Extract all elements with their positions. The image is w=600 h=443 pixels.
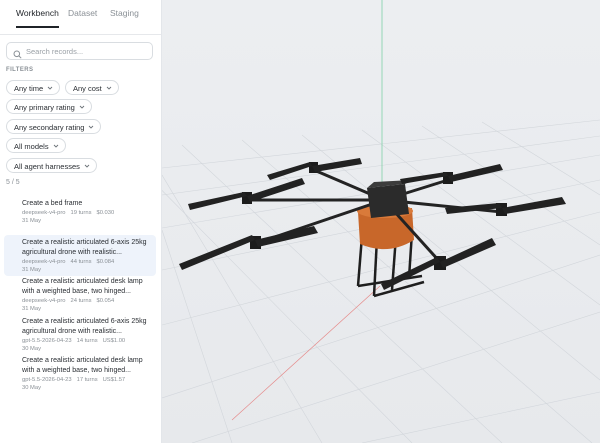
tab-bar: Workbench Dataset Staging bbox=[0, 0, 161, 35]
record-item[interactable]: Create a realistic articulated desk lamp… bbox=[4, 353, 156, 394]
record-meta: gpt-5.5-2026-04-23 14 turns US$1.00 bbox=[22, 338, 156, 344]
record-cost: $0.084 bbox=[96, 259, 115, 265]
record-title: Create a realistic articulated desk lamp… bbox=[22, 357, 143, 374]
search-placeholder: Search records... bbox=[26, 47, 84, 56]
record-count: 5 / 5 bbox=[6, 179, 20, 186]
chevron-down-icon bbox=[84, 164, 90, 168]
filter-models-label: All models bbox=[14, 142, 49, 151]
record-meta: deepseek-v4-pro 19 turns $0.030 bbox=[22, 210, 156, 216]
chevron-down-icon bbox=[53, 144, 58, 148]
record-turns: 44 turns bbox=[70, 259, 92, 265]
filter-cost[interactable]: Any cost bbox=[65, 80, 119, 95]
record-cost: US$1.00 bbox=[102, 338, 126, 344]
tab-staging[interactable]: Staging bbox=[110, 8, 139, 26]
filter-secondary-rating[interactable]: Any secondary rating bbox=[6, 119, 102, 134]
record-model: gpt-5.5-2026-04-23 bbox=[22, 377, 72, 383]
record-item[interactable]: Create a realistic articulated 6-axis 25… bbox=[4, 314, 156, 355]
record-date: 30 May bbox=[22, 346, 42, 352]
chevron-down-icon bbox=[47, 86, 53, 90]
filter-cost-label: Any cost bbox=[73, 84, 102, 93]
record-turns: 14 turns bbox=[76, 338, 98, 344]
filter-agent-harnesses-label: All agent harnesses bbox=[14, 162, 80, 171]
record-date: 31 May bbox=[22, 218, 42, 224]
tab-dataset[interactable]: Dataset bbox=[68, 8, 97, 26]
record-meta: deepseek-v4-pro 44 turns $0.084 bbox=[22, 259, 156, 265]
x-axis-line bbox=[231, 285, 381, 421]
record-model: deepseek-v4-pro bbox=[22, 210, 66, 216]
filter-secondary-rating-label: Any secondary rating bbox=[14, 123, 85, 132]
search-input[interactable]: Search records... bbox=[6, 42, 153, 60]
filter-time-label: Any time bbox=[14, 84, 44, 93]
record-model: deepseek-v4-pro bbox=[22, 298, 66, 304]
record-cost: US$1.57 bbox=[102, 377, 126, 383]
record-date: 30 May bbox=[22, 385, 42, 391]
record-item[interactable]: Create a bed frame deepseek-v4-pro 19 tur… bbox=[4, 196, 156, 227]
record-title: Create a realistic articulated desk lamp… bbox=[22, 278, 143, 295]
filter-agent-harnesses[interactable]: All agent harnesses bbox=[6, 158, 97, 173]
filter-models[interactable]: All models bbox=[6, 138, 66, 153]
tab-workbench[interactable]: Workbench bbox=[16, 8, 59, 28]
record-item-selected[interactable]: Create a realistic articulated 6-axis 25… bbox=[4, 235, 156, 276]
search-icon bbox=[13, 46, 22, 64]
3d-viewport[interactable] bbox=[162, 0, 600, 443]
chevron-down-icon bbox=[79, 105, 85, 109]
sidebar: Workbench Dataset Staging Search records… bbox=[0, 0, 162, 443]
record-turns: 19 turns bbox=[70, 210, 92, 216]
3d-scene bbox=[162, 0, 600, 443]
record-turns: 17 turns bbox=[76, 377, 98, 383]
drone-body bbox=[367, 180, 412, 218]
record-model: gpt-5.5-2026-04-23 bbox=[22, 338, 72, 344]
filters-heading: FILTERS bbox=[6, 67, 34, 73]
record-date: 31 May bbox=[22, 306, 42, 312]
record-item[interactable]: Create a realistic articulated desk lamp… bbox=[4, 274, 156, 315]
record-title: Create a bed frame bbox=[22, 200, 83, 207]
filter-time[interactable]: Any time bbox=[6, 80, 61, 95]
record-meta: deepseek-v4-pro 24 turns $0.054 bbox=[22, 298, 156, 304]
record-cost: $0.030 bbox=[96, 210, 115, 216]
record-turns: 24 turns bbox=[70, 298, 92, 304]
record-model: deepseek-v4-pro bbox=[22, 259, 66, 265]
record-date: 31 May bbox=[22, 267, 42, 273]
record-title: Create a realistic articulated 6-axis 25… bbox=[22, 239, 147, 256]
chevron-down-icon bbox=[106, 86, 112, 90]
filter-primary-rating[interactable]: Any primary rating bbox=[6, 99, 92, 114]
record-title: Create a realistic articulated 6-axis 25… bbox=[22, 318, 147, 335]
filter-primary-rating-label: Any primary rating bbox=[14, 103, 75, 112]
record-meta: gpt-5.5-2026-04-23 17 turns US$1.57 bbox=[22, 377, 156, 383]
record-cost: $0.054 bbox=[96, 298, 115, 304]
chevron-down-icon bbox=[89, 125, 94, 129]
